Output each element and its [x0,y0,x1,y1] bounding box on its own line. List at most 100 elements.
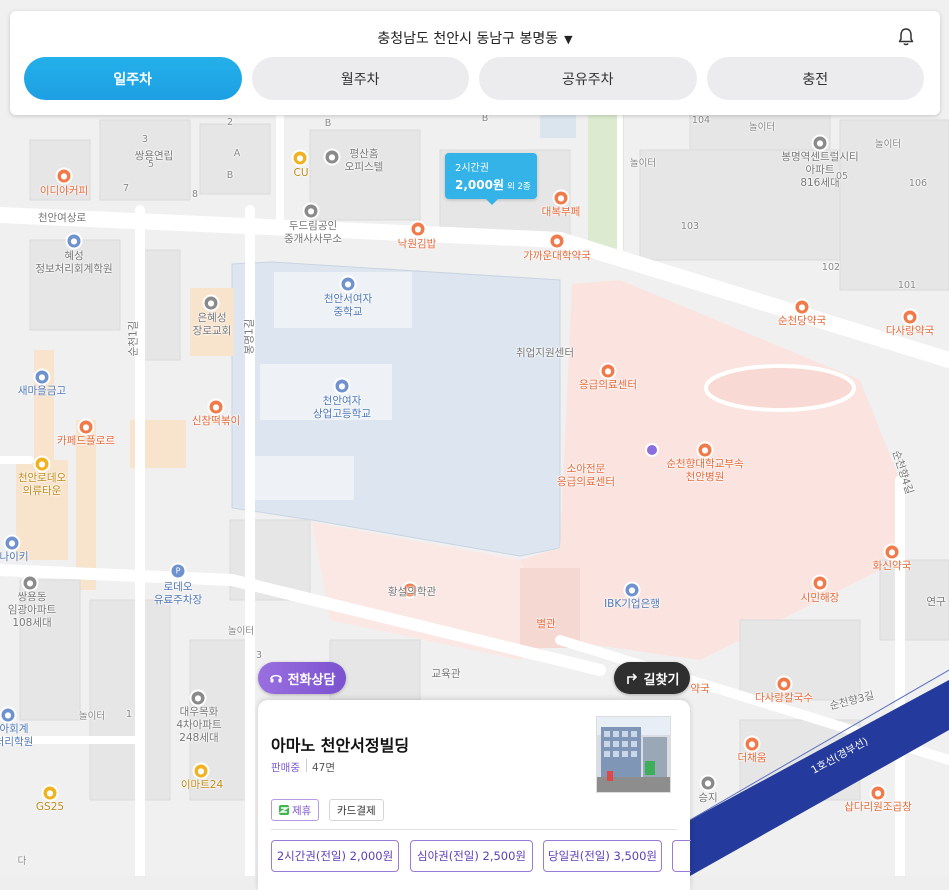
convenience-store-icon[interactable]: ● [293,151,307,165]
apartment-icon[interactable]: ● [191,691,205,705]
ticket-option-overflow[interactable] [672,840,691,872]
map-label: 천안여자 상업고등학교 [313,395,371,420]
school-icon[interactable]: ● [335,379,349,393]
apartment-icon[interactable]: ● [813,136,827,150]
restaurant-icon[interactable]: ● [554,191,568,205]
map-label: 혜성 정보처리회계학원 [35,250,113,275]
bank-icon[interactable]: ● [35,370,49,384]
building-number: 8 [191,189,199,200]
map-label: 이마트24 [180,779,224,791]
map-label: 은혜성 장로교회 [192,312,232,337]
map-label: 신참떡볶이 [191,415,241,427]
map-label: 가까운대학약국 [523,250,591,262]
shop-icon[interactable]: ● [5,536,19,550]
phone-consult-label: 전화상담 [287,672,336,688]
building-number: 1 [125,709,133,720]
school-icon[interactable]: ● [341,277,355,291]
parking-price-marker[interactable]: 2시간권 2,000원 외 2종 [445,153,537,205]
hospital-icon[interactable]: ● [698,443,712,457]
top-panel: 충청남도 천안시 동남구 봉명동 ▼ 일주차 월주차 공유주차 충전 [10,11,940,115]
card-divider [271,829,677,830]
building-number: 103 [680,221,700,232]
divider [306,759,307,772]
marker-price: 2,000원 [455,178,504,192]
tab-shared-parking[interactable]: 공유주차 [479,57,697,100]
building-icon[interactable]: ● [701,776,715,790]
phone-consult-button[interactable]: 전화상담 [258,662,346,694]
map-label: 취업지원센터 [516,347,574,359]
building-icon[interactable]: ● [325,150,339,164]
ticket-option[interactable]: 2시간권(전일) 2,000원 [271,840,399,872]
marker-ticket-name: 2시간권 [455,163,489,174]
restaurant-icon[interactable]: ● [411,222,425,236]
bank-icon[interactable]: ● [625,583,639,597]
map-label: 별관 [536,618,556,630]
map-label: 놀이터 [748,122,776,133]
building-number: 102 [821,262,841,273]
parking-icon[interactable]: P [171,564,185,578]
parking-info-card[interactable]: 아마노 천안서정빌딩 판매중 47면 제휴 카드결제 2시간권(전일) 2,00… [258,700,691,890]
building-number: B [226,170,234,181]
pharmacy-icon[interactable]: ● [885,545,899,559]
map-label: 다사랑약국 [885,325,935,337]
map-label: 아회계 처리학원 [0,723,34,748]
pharmacy-icon[interactable]: ● [550,234,564,248]
building-number: 101 [897,280,917,291]
restaurant-icon[interactable]: ● [209,400,223,414]
street-label: 순천1길 [127,320,140,357]
turn-right-icon [626,673,637,684]
map-label: 놀이터 [629,158,657,169]
ticket-option[interactable]: 당일권(전일) 3,500원 [543,840,662,872]
parking-type-tabs: 일주차 월주차 공유주차 충전 [24,57,924,100]
realtor-icon[interactable]: ● [304,204,318,218]
building-number: 다 [17,856,27,867]
building-number: A [233,148,241,159]
location-selector[interactable]: 충청남도 천안시 동남구 봉명동 ▼ [10,28,940,48]
tab-charging[interactable]: 충전 [706,57,924,100]
map-label: 다사랑칼국수 [755,692,813,704]
cafe-icon[interactable]: ● [79,420,93,434]
map-label: 황설의학관 [387,586,437,598]
map-label: 놀이터 [78,711,106,722]
convenience-store-icon[interactable]: ● [194,764,208,778]
restaurant-icon[interactable]: ● [777,677,791,691]
card-payment-badge: 카드결제 [329,799,384,821]
map-label: 카페드플로르 [57,435,115,447]
bell-icon[interactable] [896,27,916,47]
headset-icon [269,674,282,683]
map-label: 삽다리원조곱창 [844,801,912,813]
building-number: 7 [122,183,130,194]
map-label: 교육관 [431,668,461,680]
cafe-icon[interactable]: ● [57,169,71,183]
tab-daily-parking[interactable]: 일주차 [24,57,242,100]
map-label: 새마을금고 [17,385,67,397]
map-label: 나이키 [0,551,29,563]
building-number: 2 [226,117,234,128]
restaurant-icon[interactable]: ● [871,786,885,800]
restaurant-icon[interactable]: ● [813,576,827,590]
map-label: 놀이터 [227,626,255,637]
ticket-option[interactable]: 심야권(전일) 2,500원 [410,840,533,872]
academy-icon[interactable]: ● [1,708,15,722]
map-label: 평산홈 오피스텔 [344,148,384,173]
pharmacy-icon[interactable]: ● [795,300,809,314]
church-icon[interactable]: ● [204,296,218,310]
partner-badge-label: 제휴 [292,804,312,817]
restaurant-icon[interactable]: ● [745,737,759,751]
academy-icon[interactable]: ● [67,234,81,248]
location-text: 충청남도 천안시 동남구 봉명동 [377,31,559,47]
building-number: 3 [141,134,149,145]
apartment-icon[interactable]: ● [23,576,37,590]
map-label: 연구 [926,596,946,608]
shopping-icon[interactable]: ● [35,457,49,471]
map-label: CU [293,167,309,179]
tab-monthly-parking[interactable]: 월주차 [251,57,469,100]
parking-lot-photo[interactable] [596,716,671,793]
hospital-icon[interactable]: ● [601,364,615,378]
directions-button[interactable]: 길찾기 [614,662,690,694]
pharmacy-icon[interactable]: ● [903,310,917,324]
convenience-store-icon[interactable]: ● [43,786,57,800]
map-label: 소아전문 응급의료센터 [557,463,615,488]
space-count: 47면 [312,762,336,774]
map-label: 순천당약국 [777,315,827,327]
